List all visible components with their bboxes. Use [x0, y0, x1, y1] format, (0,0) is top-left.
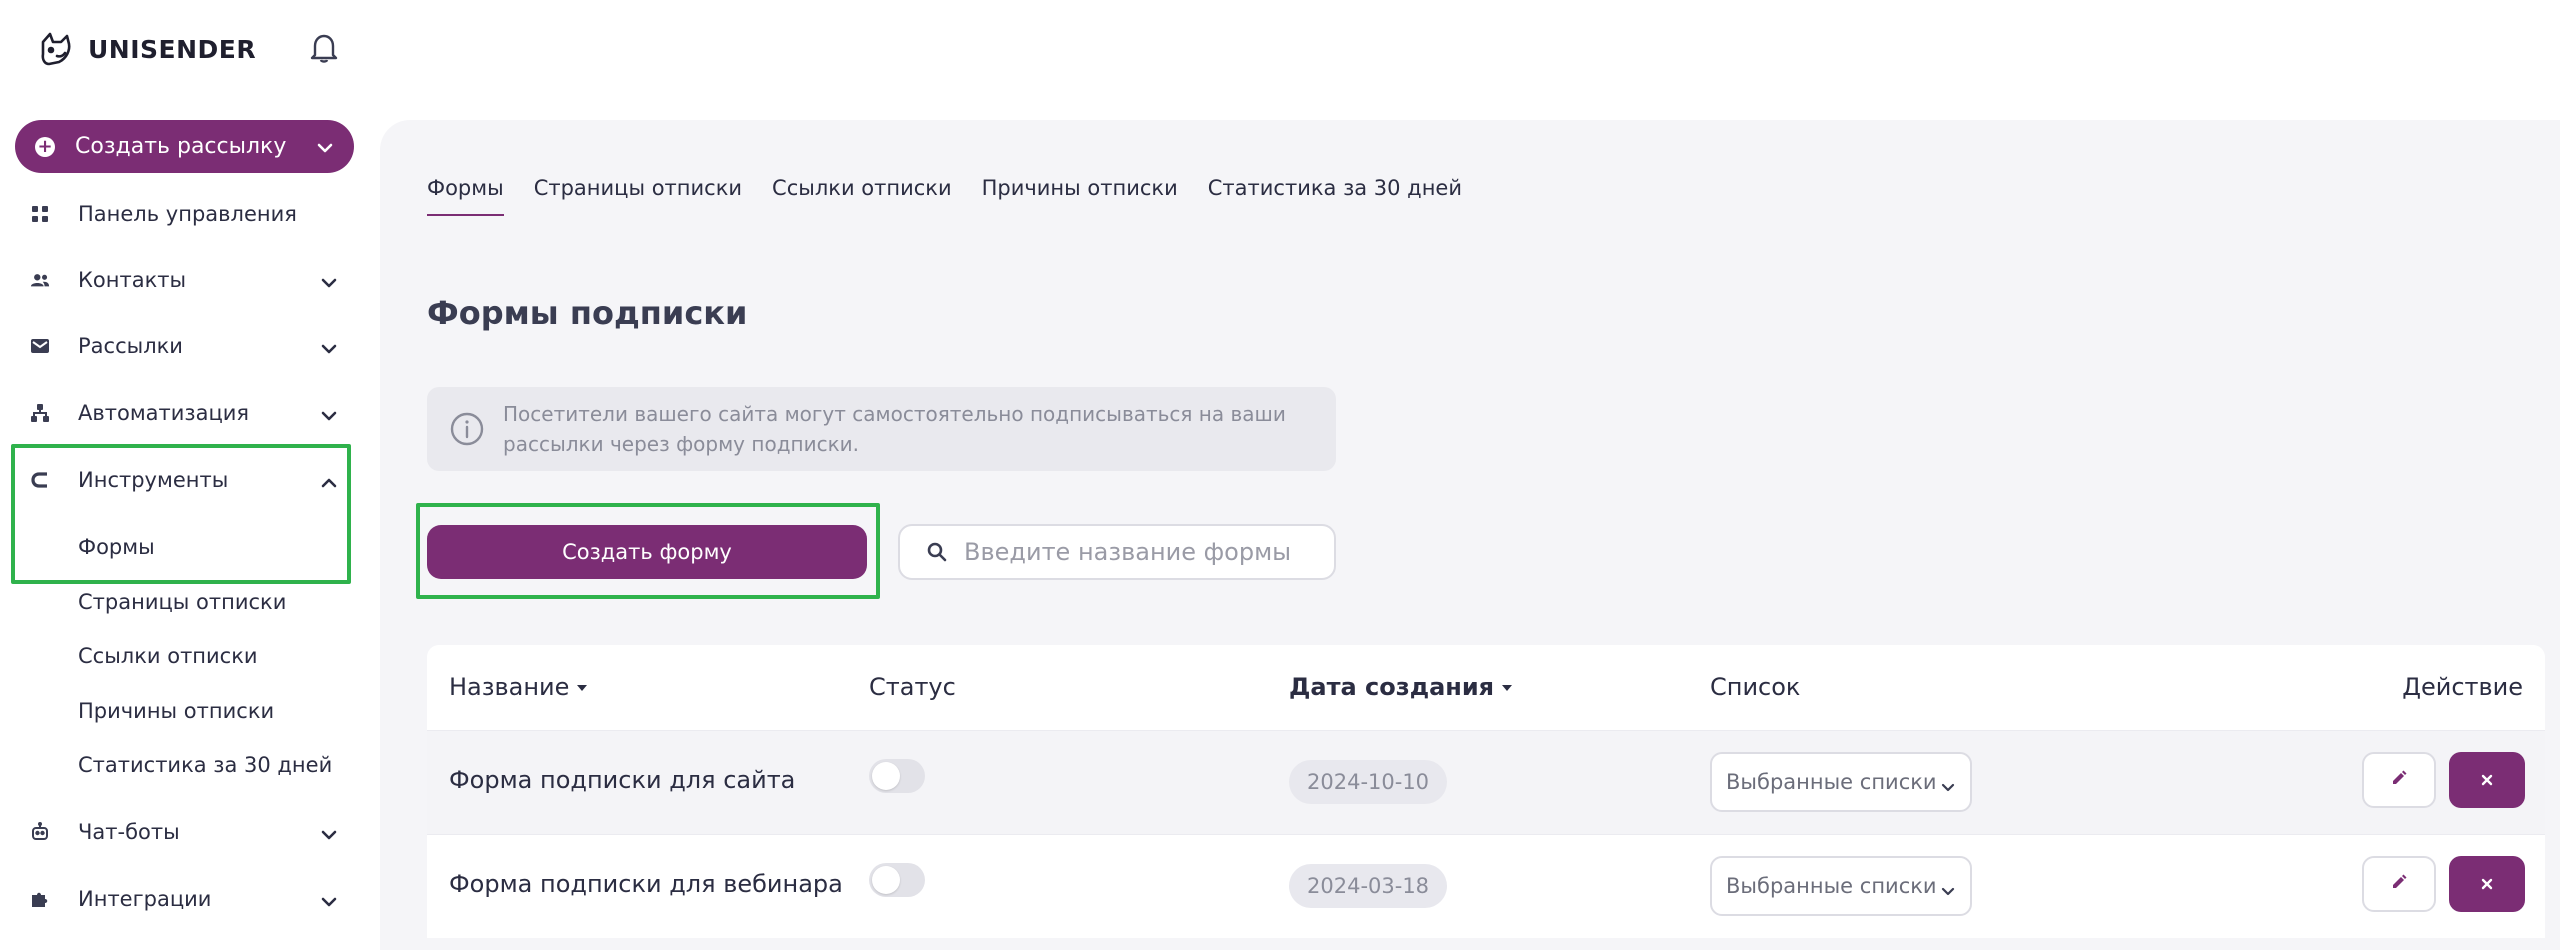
list-select[interactable]: Выбранные списки	[1710, 856, 1972, 916]
notifications-bell-icon[interactable]	[306, 30, 342, 66]
sidebar-item-chatbots[interactable]: Чат-боты	[30, 810, 340, 854]
sidebar-item-automation[interactable]: Автоматизация	[30, 391, 340, 435]
info-text: Посетители вашего сайта могут самостояте…	[503, 402, 1286, 456]
sidebar-item-label: Инструменты	[78, 468, 229, 492]
sidebar-item-label: Интеграции	[78, 887, 212, 911]
search-input[interactable]	[964, 538, 1324, 566]
sidebar-subitem-unsubscribe-reasons[interactable]: Причины отписки	[78, 691, 274, 731]
status-toggle[interactable]	[869, 759, 925, 793]
forms-table: Название Статус Дата создания Список Дей…	[427, 645, 2545, 938]
sidebar-item-label: Чат-боты	[78, 820, 180, 844]
create-campaign-button[interactable]: + Создать рассылку	[15, 120, 354, 173]
edit-button[interactable]	[2362, 752, 2436, 808]
list-select[interactable]: Выбранные списки	[1710, 752, 1972, 812]
create-campaign-label: Создать рассылку	[75, 134, 287, 159]
tab-forms[interactable]: Формы	[427, 176, 504, 216]
chevron-down-icon	[320, 336, 338, 360]
list-select-value: Выбранные списки	[1726, 874, 1937, 898]
list-select-value: Выбранные списки	[1726, 770, 1937, 794]
sidebar-item-label: Контакты	[78, 268, 187, 292]
sidebar-item-dashboard[interactable]: Панель управления	[30, 192, 340, 236]
column-date-label: Дата создания	[1289, 673, 1495, 701]
sidebar-subitem-stats-30-days[interactable]: Статистика за 30 дней	[78, 745, 332, 785]
search-box[interactable]	[898, 524, 1336, 580]
table-header: Название Статус Дата создания Список Дей…	[427, 645, 2545, 730]
brand[interactable]: UNISENDER	[36, 26, 256, 72]
chevron-down-icon	[1940, 879, 1956, 903]
status-toggle[interactable]	[869, 863, 925, 897]
sidebar-subitem-unsubscribe-links[interactable]: Ссылки отписки	[78, 636, 258, 676]
chevron-down-icon	[320, 889, 338, 913]
sidebar-subitem-unsubscribe-pages[interactable]: Страницы отписки	[78, 582, 286, 622]
column-name-label: Название	[449, 673, 570, 701]
form-name[interactable]: Форма подписки для сайта	[449, 766, 795, 794]
tab-unsubscribe-links[interactable]: Ссылки отписки	[772, 176, 952, 216]
robot-icon	[30, 822, 50, 842]
search-icon	[926, 541, 948, 563]
sidebar-item-campaigns[interactable]: Рассылки	[30, 324, 340, 368]
toggle-knob	[872, 866, 900, 894]
column-date-header[interactable]: Дата создания	[1289, 673, 1513, 701]
tab-unsubscribe-pages[interactable]: Страницы отписки	[534, 176, 742, 216]
sidebar-item-label: Панель управления	[78, 202, 297, 226]
sidebar-subitem-forms[interactable]: Формы	[78, 527, 155, 567]
column-list-header: Список	[1710, 673, 1801, 701]
create-form-button[interactable]: Создать форму	[427, 525, 867, 579]
sidebar-item-contacts[interactable]: Контакты	[30, 258, 340, 302]
sidebar-item-label: Рассылки	[78, 334, 183, 358]
magnet-icon	[30, 470, 50, 490]
chevron-down-icon	[320, 270, 338, 294]
grid-icon	[30, 204, 50, 224]
pencil-icon	[2390, 769, 2408, 791]
page-title: Формы подписки	[427, 294, 748, 332]
mail-icon	[30, 336, 50, 356]
sort-caret-icon	[577, 685, 588, 691]
main-content: Формы Страницы отписки Ссылки отписки Пр…	[380, 120, 2560, 950]
sidebar-item-label: Автоматизация	[78, 401, 250, 425]
people-icon	[30, 270, 50, 290]
form-name[interactable]: Форма подписки для вебинара	[449, 870, 843, 898]
plus-circle-icon: +	[35, 136, 55, 157]
app-window: UNISENDER + Создать рассылку Панель упра…	[0, 0, 2560, 950]
chevron-up-icon	[320, 470, 338, 494]
chevron-down-icon	[320, 822, 338, 846]
dog-logo-icon	[36, 29, 76, 69]
column-status-header: Статус	[869, 673, 956, 701]
delete-button[interactable]	[2449, 752, 2525, 808]
delete-button[interactable]	[2449, 856, 2525, 912]
info-banner: Посетители вашего сайта могут самостояте…	[427, 387, 1336, 471]
close-icon	[2480, 872, 2494, 897]
date-badge: 2024-03-18	[1289, 864, 1448, 908]
chevron-down-icon	[316, 135, 334, 160]
column-action-header: Действие	[2402, 673, 2523, 701]
puzzle-icon	[30, 889, 50, 909]
table-row: Форма подписки для сайта 2024-10-10 Выбр…	[427, 730, 2545, 834]
info-icon	[449, 411, 485, 447]
sort-caret-icon	[1502, 685, 1513, 691]
sidebar: UNISENDER + Создать рассылку Панель упра…	[0, 0, 378, 950]
chevron-down-icon	[320, 403, 338, 427]
sidebar-item-tools[interactable]: Инструменты	[30, 458, 340, 502]
edit-button[interactable]	[2362, 856, 2436, 912]
toggle-knob	[872, 762, 900, 790]
table-row: Форма подписки для вебинара 2024-03-18 В…	[427, 834, 2545, 938]
sidebar-item-integrations[interactable]: Интеграции	[30, 877, 340, 921]
close-icon	[2480, 768, 2494, 793]
date-badge: 2024-10-10	[1289, 760, 1448, 804]
brand-name: UNISENDER	[88, 34, 257, 64]
column-name-header[interactable]: Название	[449, 673, 588, 701]
chevron-down-icon	[1940, 775, 1956, 799]
tabs-bar: Формы Страницы отписки Ссылки отписки Пр…	[427, 176, 1462, 216]
tab-unsubscribe-reasons[interactable]: Причины отписки	[982, 176, 1178, 216]
pencil-icon	[2390, 873, 2408, 895]
tab-stats-30-days[interactable]: Статистика за 30 дней	[1208, 176, 1462, 216]
hierarchy-icon	[30, 403, 50, 423]
